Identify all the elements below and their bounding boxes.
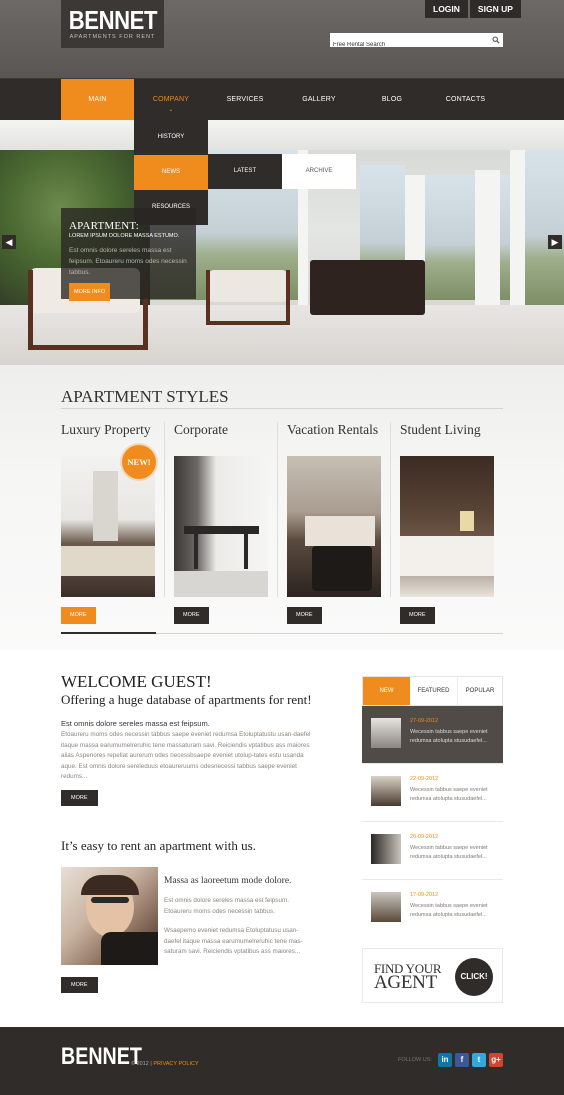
nav-contacts[interactable]: CONTACTS bbox=[428, 79, 503, 121]
nav-services[interactable]: SERVICES bbox=[208, 79, 282, 121]
auth-links: LOGIN SIGN UP bbox=[425, 0, 521, 18]
logo-name: BENNET bbox=[68, 5, 158, 35]
style-card-corporate: Corporate MORE bbox=[174, 422, 272, 624]
style-card-vacation: Vacation Rentals MORE bbox=[287, 422, 385, 624]
news-text: Wecessin tabbus saepe eveniet redumsa at… bbox=[410, 729, 488, 744]
googleplus-icon[interactable]: g+ bbox=[489, 1053, 503, 1067]
more-button[interactable]: MORE bbox=[400, 607, 435, 624]
tab-popular[interactable]: POPULAR bbox=[457, 677, 502, 705]
news-item[interactable]: 20-09-2012 Wecessin tabbus saepe eveniet… bbox=[362, 822, 503, 880]
person-title: Massa as laoreetum mode dolore. bbox=[164, 876, 292, 886]
caption-subtitle: LOREM IPSUM DOLORE MASSA ESTUMO. bbox=[69, 233, 180, 239]
news-date: 20-09-2012 bbox=[410, 834, 439, 840]
tab-new[interactable]: NEW bbox=[363, 677, 410, 705]
style-card-luxury: Luxury Property MORE bbox=[61, 422, 159, 624]
news-thumbnail bbox=[371, 892, 401, 922]
apartment-styles-section: APARTMENT STYLES Luxury Property MORE Co… bbox=[0, 365, 564, 650]
slider-prev-arrow[interactable]: ◀ bbox=[2, 235, 16, 249]
news-date: 27-09-2012 bbox=[410, 718, 439, 724]
agent-click-button[interactable]: CLICK! bbox=[455, 958, 493, 996]
follow-label: FOLLOW US: bbox=[398, 1057, 432, 1063]
divider bbox=[390, 422, 391, 597]
style-card-student: Student Living MORE bbox=[400, 422, 498, 624]
news-text: Wecessin tabbus saepe eveniet redumsa at… bbox=[410, 845, 488, 860]
search-box bbox=[330, 33, 503, 52]
slider-indicator[interactable] bbox=[61, 632, 156, 634]
news-date: 17-09-2012 bbox=[410, 892, 439, 898]
nav-gallery[interactable]: GALLERY bbox=[282, 79, 356, 121]
card-image[interactable] bbox=[400, 456, 494, 597]
submenu-latest[interactable]: LATEST bbox=[208, 154, 282, 189]
more-button[interactable]: MORE bbox=[287, 607, 322, 624]
welcome-title: WELCOME GUEST! bbox=[61, 672, 212, 691]
card-image[interactable] bbox=[287, 456, 381, 597]
login-button[interactable]: LOGIN bbox=[425, 0, 468, 18]
agent-line-2: AGENT bbox=[374, 972, 437, 993]
welcome-more-button[interactable]: MORE bbox=[61, 790, 98, 806]
more-info-button[interactable]: MORE INFO bbox=[69, 283, 111, 301]
search-input[interactable] bbox=[330, 38, 480, 52]
news-item[interactable]: 17-09-2012 Wecessin tabbus saepe eveniet… bbox=[362, 880, 503, 938]
card-image[interactable] bbox=[174, 456, 268, 597]
card-title: Luxury Property bbox=[61, 422, 151, 437]
nav-blog[interactable]: BLOG bbox=[356, 79, 428, 121]
person-text-2: Wsaepemo eveniet redumsa Etoluptatusu us… bbox=[164, 927, 303, 955]
signup-button[interactable]: SIGN UP bbox=[469, 0, 521, 18]
caption-title: APARTMENT: bbox=[69, 220, 140, 232]
news-text: Wecessin tabbus saepe eveniet redumsa at… bbox=[410, 787, 488, 802]
tab-featured[interactable]: FEATURED bbox=[410, 677, 457, 705]
copyright: © 2012 | PRIVACY POLICY bbox=[131, 1061, 199, 1067]
section-title: APARTMENT STYLES bbox=[61, 387, 229, 406]
divider bbox=[61, 408, 503, 409]
linkedin-icon[interactable]: in bbox=[438, 1053, 452, 1067]
divider bbox=[277, 422, 278, 597]
welcome-lead: Est omnis dolore sereles massa est feips… bbox=[61, 719, 210, 728]
news-thumbnail bbox=[371, 718, 401, 748]
welcome-subtitle: Offering a huge database of apartments f… bbox=[61, 692, 312, 707]
facebook-icon[interactable]: f bbox=[455, 1053, 469, 1067]
news-date: 22-09-2012 bbox=[410, 776, 439, 782]
person-text-1: Est omnis dolore sereles massa est feips… bbox=[164, 897, 289, 915]
search-icon[interactable] bbox=[492, 36, 500, 44]
footer: BENNET © 2012 | PRIVACY POLICY FOLLOW US… bbox=[0, 1027, 564, 1095]
divider bbox=[164, 422, 165, 597]
logo[interactable]: BENNET APARTMENTS FOR RENT bbox=[61, 0, 164, 48]
welcome-body: Etoaureru moms odes necessin tabbus saep… bbox=[61, 731, 311, 780]
news-tabs: NEW FEATURED POPULAR bbox=[362, 676, 503, 706]
dropdown-history[interactable]: HISTORY bbox=[134, 120, 208, 155]
dropdown-news[interactable]: NEWS bbox=[134, 155, 208, 190]
slider-caption: APARTMENT: LOREM IPSUM DOLORE MASSA ESTU… bbox=[61, 208, 196, 301]
news-item[interactable]: 22-09-2012 Wecessin tabbus saepe eveniet… bbox=[362, 764, 503, 822]
nav-company[interactable]: COMPANY ⌄ bbox=[134, 79, 208, 121]
new-badge: NEW! bbox=[122, 445, 156, 479]
slider-next-arrow[interactable]: ▶ bbox=[548, 235, 562, 249]
submenu-archive[interactable]: ARCHIVE bbox=[282, 154, 356, 189]
news-thumbnail bbox=[371, 776, 401, 806]
portrait-image bbox=[61, 867, 158, 965]
header: BENNET APARTMENTS FOR RENT LOGIN SIGN UP bbox=[0, 0, 564, 78]
more-button[interactable]: MORE bbox=[61, 607, 96, 624]
person-more-button[interactable]: MORE bbox=[61, 977, 98, 993]
card-title: Corporate bbox=[174, 422, 228, 437]
nav-main[interactable]: MAIN bbox=[61, 79, 134, 121]
card-title: Student Living bbox=[400, 422, 481, 437]
find-agent-banner[interactable]: FIND YOUR AGENT CLICK! bbox=[362, 948, 503, 1003]
twitter-icon[interactable]: t bbox=[472, 1053, 486, 1067]
news-text: Wecessin tabbus saepe eveniet redumsa at… bbox=[410, 903, 488, 918]
more-button[interactable]: MORE bbox=[174, 607, 209, 624]
easy-title: It’s easy to rent an apartment with us. bbox=[61, 838, 256, 853]
copyright-text: © 2012 | bbox=[131, 1061, 152, 1067]
privacy-policy-link[interactable]: PRIVACY POLICY bbox=[153, 1061, 198, 1067]
news-item[interactable]: 27-09-2012 Wecessin tabbus saepe eveniet… bbox=[362, 706, 503, 764]
main-nav: MAIN COMPANY ⌄ SERVICES GALLERY BLOG CON… bbox=[0, 78, 564, 121]
footer-logo[interactable]: BENNET bbox=[61, 1043, 142, 1071]
caption-text: Est omnis dolore sereles massa est feips… bbox=[69, 247, 187, 276]
news-thumbnail bbox=[371, 834, 401, 864]
card-title: Vacation Rentals bbox=[287, 422, 379, 437]
